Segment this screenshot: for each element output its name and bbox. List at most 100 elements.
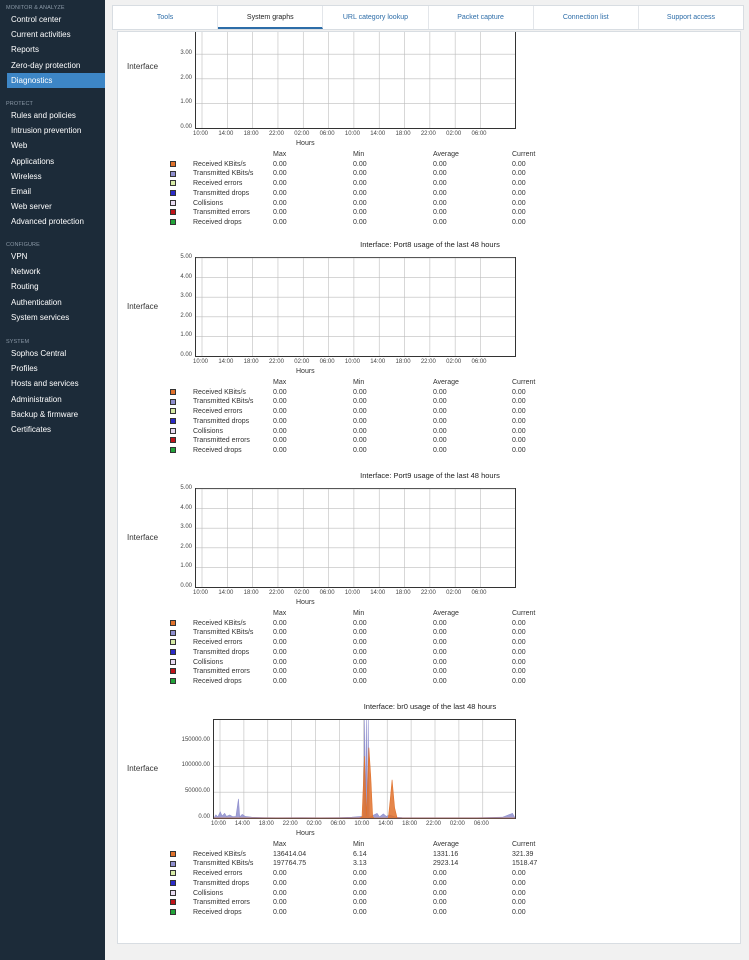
stats-row: Received drops 0.00 0.00 0.00 0.00 (170, 677, 572, 687)
sidebar-item-rules-and-policies[interactable]: Rules and policies (0, 108, 105, 123)
sidebar-item-vpn[interactable]: VPN (0, 249, 105, 264)
legend-swatch-cell (170, 407, 193, 417)
legend-swatch-cell (170, 446, 193, 456)
x-tick-label: 22:00 (282, 821, 298, 827)
sidebar-item-routing[interactable]: Routing (0, 279, 105, 294)
stats-value-min: 0.00 (353, 668, 367, 676)
stats-row: Collisions 0.00 0.00 0.00 0.00 (170, 889, 572, 899)
sidebar-item-advanced-protection[interactable]: Advanced protection (0, 214, 105, 229)
sidebar-item-certificates[interactable]: Certificates (0, 422, 105, 437)
y-tick-label: 2.00 (180, 543, 192, 550)
stats-value-cur: 0.00 (512, 427, 526, 435)
sidebar-item-administration[interactable]: Administration (0, 392, 105, 407)
legend-swatch-cell (170, 658, 193, 668)
x-tick-label: 14:00 (370, 131, 386, 137)
sidebar-item-sophos-central[interactable]: Sophos Central (0, 346, 105, 361)
sidebar-item-profiles[interactable]: Profiles (0, 361, 105, 376)
stats-value-cur: 0.00 (512, 189, 526, 197)
stats-series-name: Transmitted KBits/s (193, 629, 254, 637)
tab-connection-list[interactable]: Connection list (534, 6, 639, 29)
legend-swatch-cell (170, 179, 193, 189)
tab-packet-capture[interactable]: Packet capture (429, 6, 534, 29)
stats-series-name: Transmitted errors (193, 437, 250, 445)
tab-url-category-lookup[interactable]: URL category lookup (323, 6, 429, 29)
x-tick-label: 10:00 (193, 590, 209, 596)
legend-swatch-cell (170, 859, 193, 869)
stats-value-min: 0.00 (353, 879, 367, 887)
stats-value-avg: 0.00 (433, 446, 447, 454)
sidebar-item-current-activities[interactable]: Current activities (0, 27, 105, 42)
system-graphs-panel[interactable]: Interface 0.00 1.00 2.00 3.00 4.00 10:00 14:00 1… (117, 31, 741, 944)
y-tick-label: 1.00 (180, 332, 192, 339)
stats-value-cur: 0.00 (512, 437, 526, 445)
stats-series-name: Received KBits/s (193, 850, 246, 858)
stats-value-min: 0.00 (353, 218, 367, 226)
sidebar-item-backup-firmware[interactable]: Backup & firmware (0, 407, 105, 422)
sidebar-item-diagnostics[interactable]: Diagnostics (7, 72, 105, 88)
legend-swatch-cell (170, 908, 193, 918)
stats-value-max: 0.00 (273, 677, 287, 685)
stats-header-name (193, 378, 273, 388)
stats-value-max: 0.00 (273, 879, 287, 887)
sidebar-item-applications[interactable]: Applications (0, 154, 105, 169)
stats-header-max: Max (273, 610, 287, 617)
chart-frame (195, 32, 516, 129)
stats-row: Transmitted drops 0.00 0.00 0.00 0.00 (170, 417, 572, 427)
interface-graph: Interface: br0 usage of the last 48 hour… (118, 702, 740, 942)
interface-graph: Interface 0.00 1.00 2.00 3.00 4.00 10:00 14:00 1… (118, 32, 740, 244)
sidebar-item-hosts-and-services[interactable]: Hosts and services (0, 376, 105, 391)
x-tick-label: 02:00 (446, 131, 462, 137)
stats-row: Transmitted drops 0.00 0.00 0.00 0.00 (170, 189, 572, 199)
stats-series-name: Collisions (193, 658, 223, 666)
tab-support-access[interactable]: Support access (639, 6, 743, 29)
x-tick-label: 06:00 (319, 590, 335, 596)
chart-title: Interface: Port8 usage of the last 48 ho… (360, 240, 500, 249)
stats-series-name: Received drops (193, 218, 242, 226)
sidebar-item-reports[interactable]: Reports (0, 42, 105, 57)
legend-swatch (170, 437, 176, 444)
stats-value-cur: 1518.47 (512, 860, 538, 868)
stats-value-min: 0.00 (353, 658, 367, 666)
legend-swatch (170, 170, 176, 177)
x-tick-label: 10:00 (211, 821, 227, 827)
sidebar-section-title: PROTECT (6, 101, 33, 107)
stats-value-max: 0.00 (273, 629, 287, 637)
sidebar-item-authentication[interactable]: Authentication (0, 295, 105, 310)
sidebar-item-intrusion-prevention[interactable]: Intrusion prevention (0, 123, 105, 138)
sidebar-section: CONFIGURE VPN Network Routing Authentication… (0, 241, 105, 325)
stats-header-name (193, 609, 273, 619)
stats-header-swatch (170, 840, 193, 850)
stats-value-avg: 0.00 (433, 398, 447, 406)
legend-swatch (170, 879, 176, 886)
x-tick-label: 14:00 (218, 359, 234, 365)
legend-swatch (170, 629, 176, 636)
legend-swatch-cell (170, 667, 193, 677)
stats-value-avg: 0.00 (433, 908, 447, 916)
stats-value-avg: 0.00 (433, 639, 447, 647)
sidebar-item-web-server[interactable]: Web server (0, 199, 105, 214)
x-tick-label: 10:00 (344, 590, 360, 596)
sidebar-item-wireless[interactable]: Wireless (0, 169, 105, 184)
sidebar-item-email[interactable]: Email (0, 184, 105, 199)
legend-swatch (170, 388, 176, 395)
stats-value-cur: 0.00 (512, 388, 526, 396)
sidebar-item-system-services[interactable]: System services (0, 310, 105, 325)
stats-series-name: Transmitted drops (193, 189, 250, 197)
legend-swatch (170, 909, 176, 916)
legend-swatch-cell (170, 218, 193, 228)
stats-value-min: 0.00 (353, 398, 367, 406)
stats-value-cur: 0.00 (512, 417, 526, 425)
stats-value-avg: 0.00 (433, 427, 447, 435)
sidebar-item-control-center[interactable]: Control center (0, 12, 105, 27)
tab-tools[interactable]: Tools (113, 6, 219, 29)
legend-swatch (170, 447, 176, 454)
stats-value-cur: 0.00 (512, 209, 526, 217)
stats-value-min: 0.00 (353, 408, 367, 416)
x-tick-label: 22:00 (420, 359, 436, 365)
tab-system-graphs[interactable]: System graphs (218, 6, 324, 29)
sidebar-item-network[interactable]: Network (0, 264, 105, 279)
sidebar-item-zero-day-protection[interactable]: Zero-day protection (0, 58, 105, 73)
y-tick-label: 5.00 (180, 485, 192, 491)
sidebar-item-web[interactable]: Web (0, 138, 105, 153)
legend-swatch-cell (170, 879, 193, 889)
